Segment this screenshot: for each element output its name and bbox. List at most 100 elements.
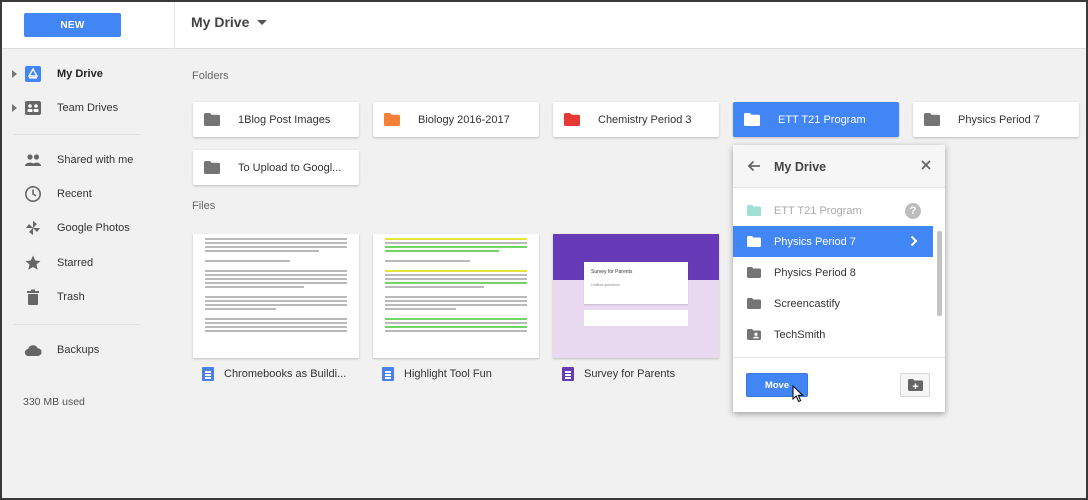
dialog-header: My Drive xyxy=(733,145,945,188)
close-icon[interactable] xyxy=(919,158,933,172)
file-thumbnail[interactable]: Survey for Parents Untitled questions xyxy=(553,234,719,358)
dialog-scrollbar[interactable] xyxy=(937,231,942,316)
folder-name: 1Blog Post Images xyxy=(238,113,331,126)
file-name: Chromebooks as Buildi... xyxy=(224,368,347,380)
forms-icon xyxy=(562,367,574,381)
document-preview xyxy=(205,238,347,334)
sidebar-item-google-photos[interactable]: Google Photos xyxy=(2,211,174,245)
folder-icon xyxy=(744,113,760,126)
help-icon[interactable]: ? xyxy=(905,203,921,219)
dialog-folder-row[interactable]: Screencastify xyxy=(733,288,933,319)
folder-name: Biology 2016-2017 xyxy=(418,113,510,126)
sidebar-item-shared-with-me[interactable]: Shared with me xyxy=(2,143,174,177)
sidebar-divider xyxy=(14,134,140,135)
folder-card[interactable]: To Upload to Googl... xyxy=(193,150,359,185)
dialog-folder-label: Screencastify xyxy=(774,297,841,310)
file-name: Highlight Tool Fun xyxy=(404,368,492,380)
my-drive-icon xyxy=(25,66,41,82)
sidebar-item-starred[interactable]: Starred xyxy=(2,246,174,280)
sidebar-item-trash[interactable]: Trash xyxy=(2,280,174,314)
file-name-row[interactable]: Survey for Parents xyxy=(562,366,675,382)
trash-icon xyxy=(27,289,39,305)
form-preview-subtitle: Untitled questions xyxy=(591,283,620,287)
folder-card-selected[interactable]: ETT T21 Program xyxy=(733,102,899,137)
sidebar-item-backups[interactable]: Backups xyxy=(2,333,174,367)
expand-arrow-icon[interactable] xyxy=(12,104,17,112)
sidebar-item-label: Google Photos xyxy=(57,222,130,234)
folder-icon xyxy=(747,267,761,278)
dialog-folder-label: Physics Period 8 xyxy=(774,266,856,279)
form-preview-title: Survey for Parents xyxy=(591,269,633,275)
dialog-folder-label: Physics Period 7 xyxy=(774,235,856,248)
dialog-folder-label: ETT T21 Program xyxy=(774,204,862,217)
new-folder-icon xyxy=(908,379,923,391)
folder-name: To Upload to Googl... xyxy=(238,161,342,174)
docs-icon xyxy=(202,367,214,381)
folder-icon xyxy=(204,161,220,174)
folder-name: ETT T21 Program xyxy=(778,113,866,126)
main-content: Folders 1Blog Post Images Biology 2016-2… xyxy=(175,50,1086,498)
folder-icon xyxy=(564,113,580,126)
folder-name: Physics Period 7 xyxy=(958,113,1040,126)
move-dialog: My Drive ETT T21 Program ? Physics Perio… xyxy=(733,145,945,412)
people-icon xyxy=(25,154,41,166)
cloud-icon xyxy=(24,345,42,357)
sidebar-item-label: Recent xyxy=(57,188,92,200)
file-name-row[interactable]: Chromebooks as Buildi... xyxy=(202,366,346,382)
files-heading: Files xyxy=(192,200,216,212)
folder-card[interactable]: Physics Period 7 xyxy=(913,102,1079,137)
document-preview xyxy=(385,238,527,334)
folder-name: Chemistry Period 3 xyxy=(598,113,692,126)
sidebar-item-team-drives[interactable]: Team Drives xyxy=(2,91,174,125)
page-title: My Drive xyxy=(191,14,250,30)
file-name-row[interactable]: Highlight Tool Fun xyxy=(382,366,492,382)
storage-usage: 330 MB used xyxy=(23,396,85,408)
folder-card[interactable]: Chemistry Period 3 xyxy=(553,102,719,137)
folder-icon xyxy=(204,113,220,126)
folder-icon xyxy=(384,113,400,126)
dialog-footer: Move xyxy=(733,357,945,412)
dialog-folder-row[interactable]: TechSmith xyxy=(733,319,933,350)
expand-arrow-icon[interactable] xyxy=(12,70,17,78)
drive-window: NEW My Drive My Drive Team Drives Shared… xyxy=(2,2,1086,498)
clock-icon xyxy=(25,186,41,202)
chevron-right-icon[interactable] xyxy=(909,235,919,247)
pinwheel-icon xyxy=(26,221,40,235)
sidebar-item-label: Trash xyxy=(57,291,85,303)
sidebar-item-my-drive[interactable]: My Drive xyxy=(2,57,174,91)
form-preview-card: Survey for Parents Untitled questions xyxy=(584,262,688,304)
dialog-title: My Drive xyxy=(774,160,827,174)
dialog-folder-label: TechSmith xyxy=(774,328,826,341)
new-folder-button[interactable] xyxy=(900,373,930,397)
folder-icon xyxy=(924,113,940,126)
dialog-folder-row[interactable]: Physics Period 8 xyxy=(733,257,933,288)
header-divider xyxy=(174,2,175,49)
folders-heading: Folders xyxy=(192,70,229,82)
sidebar-item-label: Backups xyxy=(57,344,100,356)
sidebar: My Drive Team Drives Shared with me Rece… xyxy=(2,50,174,498)
new-button[interactable]: NEW xyxy=(24,13,121,37)
star-icon xyxy=(25,255,41,270)
folder-icon xyxy=(747,205,761,216)
caret-down-icon xyxy=(257,19,268,25)
team-drives-icon xyxy=(25,101,41,115)
sidebar-divider xyxy=(14,324,140,325)
dialog-folder-row-selected[interactable]: Physics Period 7 xyxy=(733,226,933,257)
back-arrow-icon[interactable] xyxy=(746,158,762,174)
folder-icon xyxy=(747,298,761,309)
top-header: NEW My Drive xyxy=(2,2,1086,49)
file-thumbnail[interactable] xyxy=(193,234,359,358)
my-drive-dropdown[interactable]: My Drive xyxy=(191,14,268,30)
sidebar-item-label: Starred xyxy=(57,257,94,269)
file-name: Survey for Parents xyxy=(584,368,676,380)
sidebar-item-label: Team Drives xyxy=(57,102,119,114)
sidebar-item-recent[interactable]: Recent xyxy=(2,177,174,211)
sidebar-item-label: My Drive xyxy=(57,68,103,80)
dialog-folder-row-disabled: ETT T21 Program ? xyxy=(733,195,933,226)
folder-card[interactable]: Biology 2016-2017 xyxy=(373,102,539,137)
sidebar-item-label: Shared with me xyxy=(57,154,134,166)
mouse-cursor-icon xyxy=(792,385,804,403)
file-thumbnail[interactable] xyxy=(373,234,539,358)
form-preview-question xyxy=(584,310,688,326)
folder-card[interactable]: 1Blog Post Images xyxy=(193,102,359,137)
